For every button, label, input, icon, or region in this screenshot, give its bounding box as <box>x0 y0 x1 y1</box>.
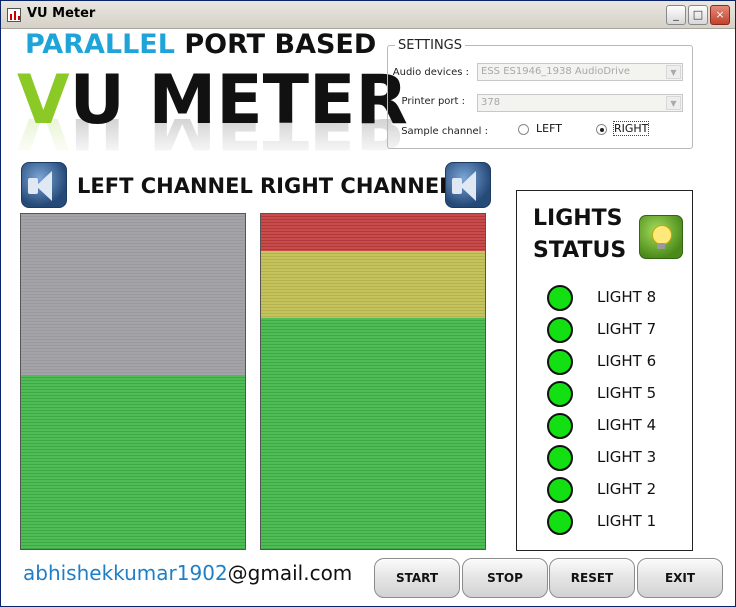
led-indicator-icon <box>547 381 573 407</box>
right-channel-radio-label[interactable]: RIGHT <box>612 121 650 136</box>
meter-segment-yellow <box>261 251 485 318</box>
meter-segment-gray <box>21 214 245 375</box>
reset-button[interactable]: RESET <box>549 558 635 598</box>
email-user: abhishekkumar1902 <box>23 561 228 585</box>
start-button[interactable]: START <box>374 558 460 598</box>
logo-subtitle: PARALLEL PORT BASED <box>25 29 376 60</box>
led-indicator-icon <box>547 349 573 375</box>
light-row: LIGHT 4 <box>547 411 687 441</box>
led-indicator-icon <box>547 285 573 311</box>
right-channel-title: RIGHT CHANNEL <box>260 174 453 198</box>
exit-button[interactable]: EXIT <box>637 558 723 598</box>
led-indicator-icon <box>547 413 573 439</box>
light-label: LIGHT 5 <box>597 384 657 402</box>
email-domain: @gmail.com <box>227 561 353 585</box>
light-row: LIGHT 5 <box>547 379 687 409</box>
sample-channel-label: Sample channel : <box>401 126 488 137</box>
printer-port-value: 378 <box>481 97 501 108</box>
audio-devices-select[interactable]: ESS ES1946_1938 AudioDrive ▼ <box>477 63 683 81</box>
light-label: LIGHT 3 <box>597 448 657 466</box>
logo-port-based-text: PORT BASED <box>174 29 377 60</box>
printer-port-select[interactable]: 378 ▼ <box>477 94 683 112</box>
light-row: LIGHT 6 <box>547 347 687 377</box>
app-meter-icon <box>7 8 21 22</box>
speaker-icon <box>445 162 491 208</box>
light-label: LIGHT 8 <box>597 288 657 306</box>
printer-port-label: Printer port : <box>401 96 466 107</box>
led-indicator-icon <box>547 445 573 471</box>
light-label: LIGHT 2 <box>597 480 657 498</box>
light-row: LIGHT 8 <box>547 283 687 313</box>
speaker-icon <box>21 162 67 208</box>
chevron-down-icon: ▼ <box>666 65 681 79</box>
light-row: LIGHT 7 <box>547 315 687 345</box>
logo-reflection: VU METER <box>17 119 408 159</box>
audio-devices-label: Audio devices : <box>392 67 469 78</box>
author-email: abhishekkumar1902@gmail.com <box>23 561 352 585</box>
meter-segment-green <box>261 318 485 549</box>
meter-segment-red <box>261 214 485 251</box>
title-bar: VU Meter _ □ × <box>1 1 735 29</box>
light-label: LIGHT 1 <box>597 512 657 530</box>
left-channel-radio-label[interactable]: LEFT <box>536 122 562 135</box>
light-label: LIGHT 7 <box>597 320 657 338</box>
light-row: LIGHT 3 <box>547 443 687 473</box>
meter-segment-green <box>21 375 245 549</box>
light-label: LIGHT 6 <box>597 352 657 370</box>
maximize-button[interactable]: □ <box>688 5 708 25</box>
chevron-down-icon: ▼ <box>666 96 681 110</box>
lightbulb-icon <box>639 215 683 259</box>
vu-meter-window: VU Meter _ □ × PARALLEL PORT BASED VU ME… <box>0 0 736 607</box>
close-button[interactable]: × <box>710 5 730 25</box>
light-label: LIGHT 4 <box>597 416 657 434</box>
light-row: LIGHT 2 <box>547 475 687 505</box>
audio-devices-value: ESS ES1946_1938 AudioDrive <box>481 66 631 77</box>
led-indicator-icon <box>547 509 573 535</box>
lights-status-title: LIGHTS STATUS <box>533 206 627 263</box>
minimize-button[interactable]: _ <box>666 5 686 25</box>
settings-legend: SETTINGS <box>395 38 466 53</box>
left-channel-meter <box>20 213 246 550</box>
left-channel-title: LEFT CHANNEL <box>77 174 253 198</box>
stop-button[interactable]: STOP <box>462 558 548 598</box>
led-indicator-icon <box>547 317 573 343</box>
left-channel-radio[interactable] <box>518 124 529 135</box>
right-channel-meter <box>260 213 486 550</box>
right-channel-radio[interactable] <box>596 124 607 135</box>
light-row: LIGHT 1 <box>547 507 687 537</box>
window-title: VU Meter <box>27 6 96 21</box>
logo-parallel-text: PARALLEL <box>25 29 175 60</box>
led-indicator-icon <box>547 477 573 503</box>
